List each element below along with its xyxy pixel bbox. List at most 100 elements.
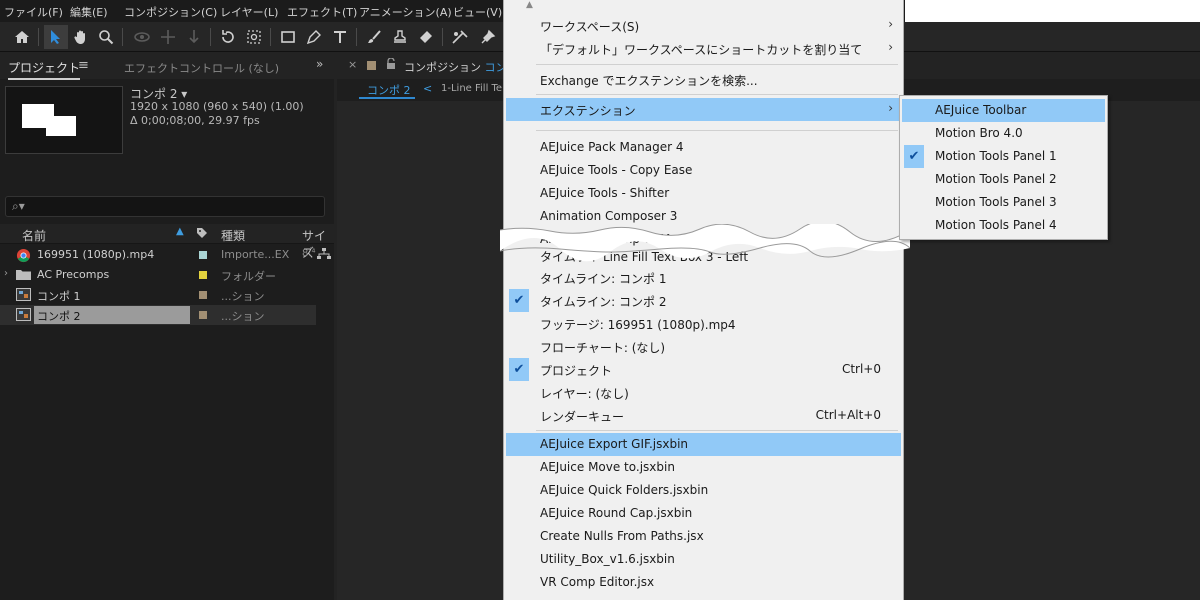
type-icon[interactable] xyxy=(328,25,352,49)
composition-tab-title[interactable]: コンポジション コンポ xyxy=(404,59,518,75)
pan-icon[interactable] xyxy=(156,25,180,49)
lock-icon[interactable] xyxy=(386,57,396,72)
menu-item-create-nulls[interactable]: Create Nulls From Paths.jsx xyxy=(506,525,901,548)
selection-arrow-icon[interactable] xyxy=(44,25,68,49)
menu-item-render-queue[interactable]: レンダーキュー Ctrl+Alt+0 xyxy=(506,404,901,427)
label-tag-icon[interactable] xyxy=(196,227,208,242)
menu-animation[interactable]: アニメーション(A) xyxy=(359,4,452,20)
puppet-pin-icon[interactable] xyxy=(476,25,500,49)
menu-item-utility-box[interactable]: Utility_Box_v1.6.jsxbin xyxy=(506,548,901,571)
menu-item-aejuice-copy-ease[interactable]: AEJuice Tools - Copy Ease xyxy=(506,159,901,182)
comp-info-dimensions: 1920 x 1080 (960 x 540) (1.00) xyxy=(130,100,304,113)
menu-item-layer[interactable]: レイヤー: (なし) xyxy=(506,381,901,404)
close-icon[interactable]: × xyxy=(348,58,357,71)
label-swatch[interactable] xyxy=(199,291,207,299)
tab-effect-controls[interactable]: エフェクトコントロール (なし) xyxy=(124,60,279,76)
menu-item-timeline-comp-1[interactable]: タイムライン: コンポ 1 xyxy=(506,266,901,289)
dolly-icon[interactable] xyxy=(182,25,206,49)
menu-item-aejuice-export-gif[interactable]: AEJuice Export GIF.jsxbin xyxy=(506,433,901,456)
label-swatch[interactable] xyxy=(199,251,207,259)
home-icon[interactable] xyxy=(10,25,34,49)
menu-item-aejuice-round-cap[interactable]: AEJuice Round Cap.jsxbin xyxy=(506,502,901,525)
breadcrumb-comp-2[interactable]: コンポ 2 xyxy=(359,82,415,99)
menu-item-label: Exchange でエクステンションを検索... xyxy=(540,74,758,88)
menu-edit[interactable]: 編集(E) xyxy=(70,4,108,20)
menu-view[interactable]: ビュー(V) xyxy=(453,4,502,20)
submenu-item-aejuice-toolbar[interactable]: AEJuice Toolbar xyxy=(902,99,1105,122)
menu-item-extension[interactable]: エクステンション › xyxy=(506,98,901,121)
row-name: AC Precomps xyxy=(37,268,110,281)
submenu-arrow-icon: › xyxy=(888,17,893,31)
menubar-right-area xyxy=(905,0,1200,22)
project-search-input[interactable]: ⌕▾ xyxy=(5,196,325,217)
submenu-item-motion-tools-1[interactable]: ✔ Motion Tools Panel 1 xyxy=(902,145,1105,168)
menu-item-label: プロジェクト xyxy=(540,364,613,378)
menu-item-label: AEJuice Move to.jsxbin xyxy=(540,460,675,474)
checkmark-icon: ✔ xyxy=(904,145,924,168)
menu-layer[interactable]: レイヤー(L) xyxy=(220,4,278,20)
menu-file[interactable]: ファイル(F) xyxy=(4,4,63,20)
pen-icon[interactable] xyxy=(302,25,326,49)
menu-effect[interactable]: エフェクト(T) xyxy=(287,4,357,20)
menu-item-label: AEJuice Tools - Shifter xyxy=(540,186,670,200)
menu-item-default-shortcut[interactable]: 「デフォルト」ワークスペースにショートカットを割り当て › xyxy=(506,37,901,60)
submenu-item-motion-bro[interactable]: Motion Bro 4.0 xyxy=(902,122,1105,145)
eraser-icon[interactable] xyxy=(414,25,438,49)
torn-edge-graphic xyxy=(500,224,910,262)
menu-item-aejuice-move-to[interactable]: AEJuice Move to.jsxbin xyxy=(506,456,901,479)
project-row-selected[interactable]: コンポ 2 ...ション xyxy=(0,305,316,325)
hamburger-menu-icon[interactable]: ≡ xyxy=(78,58,89,73)
row-size: 8.⁴ xyxy=(302,248,316,259)
rotate-icon[interactable] xyxy=(216,25,240,49)
submenu-item-motion-tools-3[interactable]: Motion Tools Panel 3 xyxy=(902,191,1105,214)
menu-item-aejuice-quick-folders[interactable]: AEJuice Quick Folders.jsxbin xyxy=(506,479,901,502)
column-type[interactable]: 種類 xyxy=(221,227,245,244)
label-swatch[interactable] xyxy=(199,271,207,279)
project-row[interactable]: コンポ 1 ...ション xyxy=(0,285,316,305)
rectangle-icon[interactable] xyxy=(276,25,300,49)
submenu-arrow-icon: › xyxy=(888,101,893,115)
row-type: フォルダー xyxy=(221,270,276,283)
menu-separator xyxy=(536,130,898,131)
project-row[interactable]: › AC Precomps フォルダー xyxy=(0,265,316,285)
hand-icon[interactable] xyxy=(69,25,93,49)
composition-tab-prefix: コンポジション xyxy=(404,61,481,74)
column-name[interactable]: 名前 xyxy=(22,227,46,244)
brush-icon[interactable] xyxy=(362,25,386,49)
submenu-item-motion-tools-4[interactable]: Motion Tools Panel 4 xyxy=(902,214,1105,237)
menu-item-label: AEJuice Round Cap.jsxbin xyxy=(540,506,693,520)
roto-brush-icon[interactable] xyxy=(448,25,472,49)
anchor-icon[interactable] xyxy=(242,25,266,49)
search-icon[interactable]: ⌕▾ xyxy=(12,199,25,214)
sort-ascending-icon[interactable]: ▲ xyxy=(176,226,184,237)
orbit-icon[interactable] xyxy=(130,25,154,49)
menu-item-workspace[interactable]: ワークスペース(S) › xyxy=(506,14,901,37)
toolbar-separator xyxy=(38,28,39,46)
breadcrumb-arrow-icon[interactable]: < xyxy=(423,82,432,95)
zoom-icon[interactable] xyxy=(94,25,118,49)
menu-item-aejuice-pack-manager[interactable]: AEJuice Pack Manager 4 xyxy=(506,136,901,159)
composition-icon xyxy=(16,308,31,322)
project-row[interactable]: 169951 (1080p).mp4 Importe...EX 8.⁴ xyxy=(0,245,331,265)
menu-item-label: Animation Composer 3 xyxy=(540,209,678,223)
menu-separator xyxy=(536,64,898,65)
breadcrumb-next[interactable]: 1-Line Fill Te xyxy=(441,83,502,94)
menu-item-exchange[interactable]: Exchange でエクステンションを検索... xyxy=(506,68,901,91)
menu-item-project[interactable]: ✔ プロジェクト Ctrl+0 xyxy=(506,358,901,381)
row-name[interactable]: コンポ 2 xyxy=(34,306,190,324)
menu-composition[interactable]: コンポジション(C) xyxy=(124,4,217,20)
menu-item-vr-comp-editor[interactable]: VR Comp Editor.jsx xyxy=(506,571,901,594)
expand-arrow-icon[interactable]: › xyxy=(4,268,8,279)
submenu-item-label: Motion Bro 4.0 xyxy=(935,126,1023,140)
menu-item-aejuice-shifter[interactable]: AEJuice Tools - Shifter xyxy=(506,182,901,205)
menu-item-flowchart[interactable]: フローチャート: (なし) xyxy=(506,335,901,358)
menu-item-footage[interactable]: フッテージ: 169951 (1080p).mp4 xyxy=(506,312,901,335)
label-swatch[interactable] xyxy=(199,311,207,319)
tab-project[interactable]: プロジェクト xyxy=(8,59,81,80)
submenu-arrow-icon: › xyxy=(888,40,893,54)
menu-item-timeline-comp-2[interactable]: ✔ タイムライン: コンポ 2 xyxy=(506,289,901,312)
submenu-item-motion-tools-2[interactable]: Motion Tools Panel 2 xyxy=(902,168,1105,191)
panel-overflow-icon[interactable]: » xyxy=(316,57,323,71)
scroll-up-icon[interactable]: ▲ xyxy=(526,0,533,10)
clone-stamp-icon[interactable] xyxy=(388,25,412,49)
